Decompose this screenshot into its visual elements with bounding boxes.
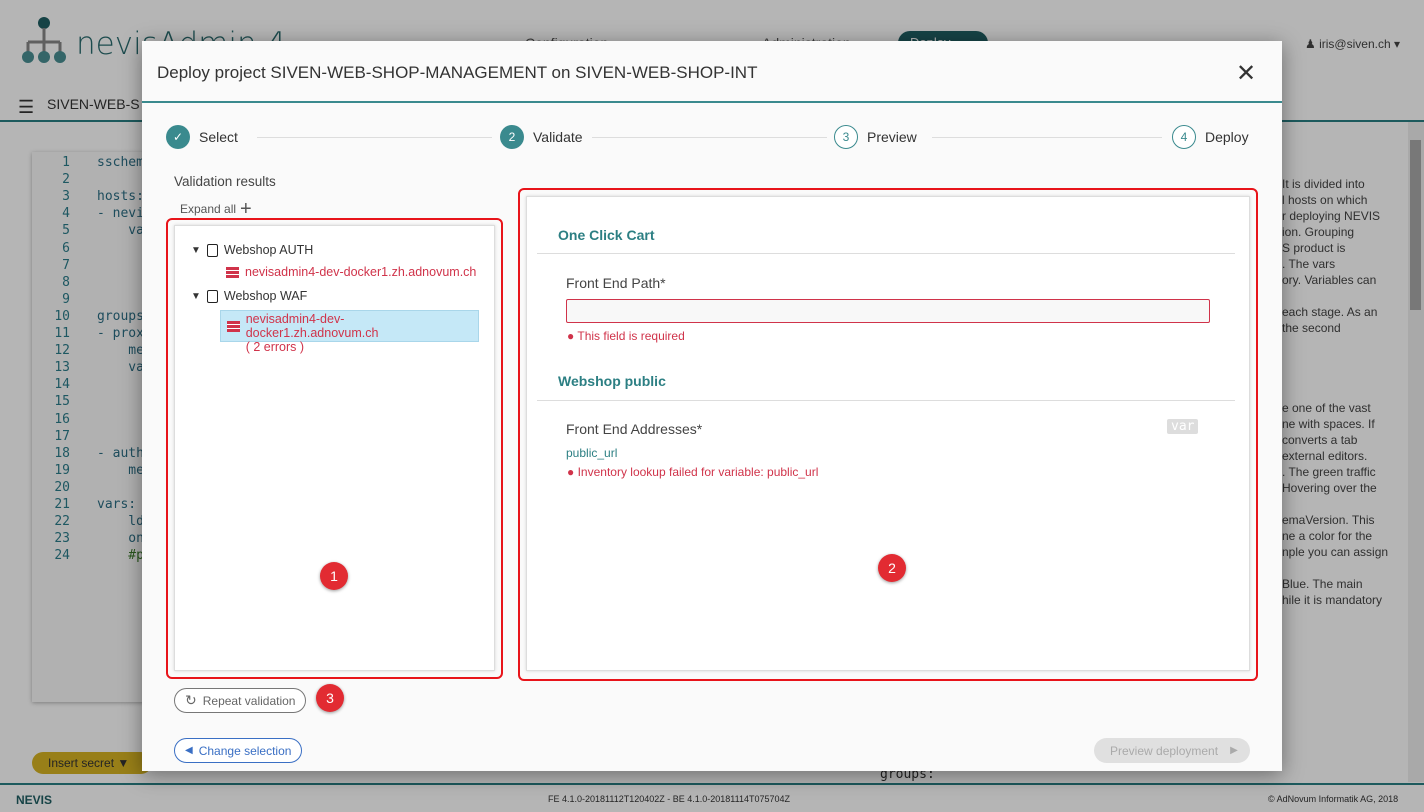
field-error: ● This field is required — [567, 329, 685, 343]
annotation-badge-2: 2 — [878, 554, 906, 582]
field-label: Front End Path* — [566, 275, 666, 291]
step-number: 4 — [1172, 125, 1196, 149]
server-icon — [227, 321, 240, 332]
host-label: nevisadmin4-dev-docker1.zh.adnovum.ch — [245, 265, 477, 279]
section-title: One Click Cart — [558, 227, 655, 243]
expanded-triangle-icon[interactable]: ▼ — [191, 245, 201, 256]
step-connector — [592, 137, 827, 138]
tree-host[interactable]: nevisadmin4-dev-docker1.zh.adnovum.ch — [226, 265, 476, 279]
group-label: Webshop AUTH — [223, 243, 314, 257]
step-connector — [932, 137, 1162, 138]
field-label: Front End Addresses* — [566, 421, 703, 437]
var-badge[interactable]: var — [1167, 419, 1199, 434]
step-label: Validate — [533, 129, 583, 145]
check-icon: ✓ — [166, 125, 190, 149]
error-text: This field is required — [577, 329, 685, 343]
caret-left-icon: ◀ — [185, 745, 193, 756]
step-connector — [257, 137, 492, 138]
close-icon[interactable]: ✕ — [1236, 59, 1256, 88]
step-number: 2 — [500, 125, 524, 149]
change-selection-button[interactable]: ◀ Change selection — [174, 738, 303, 763]
step-deploy: 4 Deploy — [1172, 125, 1249, 149]
annotation-badge-3: 3 — [316, 684, 344, 712]
deploy-dialog: Deploy project SIVEN-WEB-SHOP-MANAGEMENT… — [142, 41, 1282, 771]
dialog-title: Deploy project SIVEN-WEB-SHOP-MANAGEMENT… — [157, 63, 758, 82]
preview-deployment-button[interactable]: Preview deployment ▶ — [1094, 738, 1250, 763]
server-icon — [226, 267, 239, 278]
validation-results-heading: Validation results — [174, 174, 276, 189]
tree-group[interactable]: ▼ Webshop AUTH — [191, 243, 313, 257]
button-label: Change selection — [198, 743, 292, 758]
validation-tree: ▼ Webshop AUTH nevisadmin4-dev-docker1.zh… — [174, 225, 495, 671]
repeat-validation-button[interactable]: ↻ Repeat validation — [174, 688, 307, 713]
divider — [142, 101, 1282, 103]
group-label: Webshop WAF — [223, 289, 308, 303]
refresh-icon: ↻ — [185, 692, 197, 708]
field-error: ● Inventory lookup failed for variable: … — [567, 465, 819, 479]
annotation-badge-1: 1 — [320, 562, 348, 590]
clipboard-icon — [206, 243, 218, 257]
plus-icon: + — [240, 198, 252, 220]
button-label: Repeat validation — [202, 693, 296, 708]
button-label: Preview deployment — [1110, 743, 1219, 758]
divider — [537, 253, 1235, 254]
error-count: ( 2 errors ) — [245, 340, 305, 354]
tree-group[interactable]: ▼ Webshop WAF — [191, 289, 307, 303]
step-label: Select — [199, 129, 238, 145]
expand-all-label: Expand all — [180, 202, 237, 216]
variable-value: public_url — [566, 446, 618, 460]
caret-right-icon: ▶ — [1230, 745, 1238, 756]
step-validate: 2 Validate — [500, 125, 583, 149]
clipboard-icon — [206, 289, 218, 303]
step-select: ✓ Select — [166, 125, 238, 149]
front-end-path-input[interactable] — [566, 299, 1210, 323]
step-label: Deploy — [1205, 129, 1249, 145]
validation-details: One Click Cart Front End Path* ● This fi… — [526, 196, 1250, 671]
tree-host-selected[interactable]: nevisadmin4-dev-docker1.zh.adnovum.ch( 2… — [220, 310, 479, 354]
step-preview: 3 Preview — [834, 125, 917, 149]
expand-all-button[interactable]: Expand all + — [180, 198, 252, 220]
section-title: Webshop public — [558, 373, 666, 389]
step-number: 3 — [834, 125, 858, 149]
divider — [537, 400, 1235, 401]
expanded-triangle-icon[interactable]: ▼ — [191, 291, 201, 302]
error-text: Inventory lookup failed for variable: pu… — [577, 465, 819, 479]
step-label: Preview — [867, 129, 917, 145]
host-label: nevisadmin4-dev-docker1.zh.adnovum.ch — [245, 312, 379, 340]
